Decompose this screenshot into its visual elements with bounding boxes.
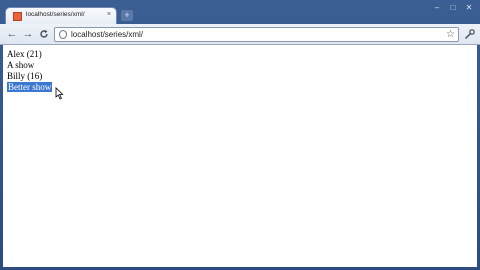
selected-text: Better show: [7, 82, 53, 92]
tab-close-icon[interactable]: ×: [107, 10, 111, 20]
selected-list-item[interactable]: Better show: [7, 82, 53, 93]
list-item: A show: [7, 60, 35, 70]
browser-toolbar: ← → localhost/series/xml/ ☆: [0, 24, 480, 45]
page-info-icon[interactable]: [59, 30, 67, 39]
tab-title: localhost/series/xml/: [26, 11, 85, 18]
back-button[interactable]: ←: [6, 28, 18, 40]
close-window-button[interactable]: ✕: [464, 4, 474, 12]
wrench-menu-icon[interactable]: [463, 27, 477, 41]
minimize-button[interactable]: –: [432, 4, 442, 12]
list-item: Alex (21): [7, 49, 42, 59]
mouse-cursor-icon: [55, 87, 64, 100]
address-bar-url: localhost/series/xml/: [71, 30, 144, 39]
list-item: Billy (16): [7, 71, 43, 81]
wrench-icon: [465, 29, 475, 39]
tab-localhost-series-xml[interactable]: localhost/series/xml/ ×: [5, 7, 117, 24]
new-tab-button[interactable]: +: [121, 10, 133, 21]
page-favicon-icon: [13, 12, 22, 21]
bookmark-star-icon[interactable]: ☆: [446, 28, 455, 41]
page-content: Alex (21) A show Billy (16) Better show: [3, 45, 477, 267]
reload-icon: [40, 29, 48, 38]
address-bar[interactable]: localhost/series/xml/ ☆: [54, 27, 459, 42]
browser-window: localhost/series/xml/ × + – □ ✕ ← → loca…: [0, 0, 480, 270]
maximize-button[interactable]: □: [448, 4, 458, 12]
reload-button[interactable]: [38, 28, 50, 40]
tab-strip: localhost/series/xml/ × + – □ ✕: [0, 0, 480, 24]
window-controls: – □ ✕: [432, 4, 474, 12]
forward-button[interactable]: →: [22, 28, 34, 40]
